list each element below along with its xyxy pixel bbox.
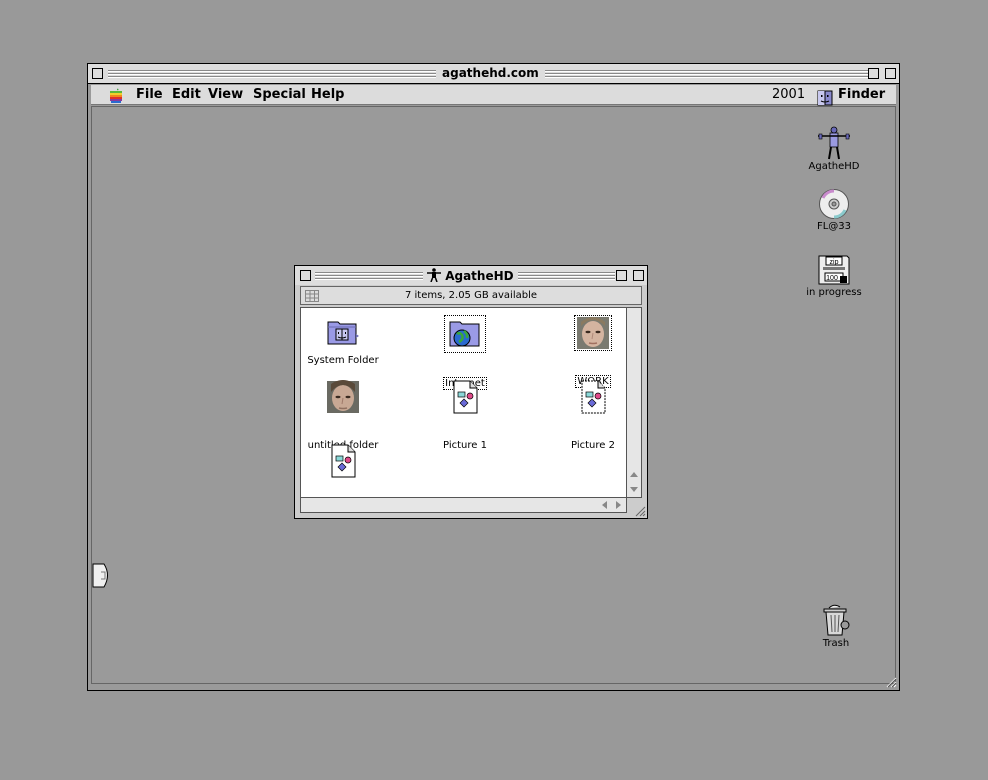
menu-edit[interactable]: Edit bbox=[172, 87, 201, 102]
desktop-icon-label: in progress bbox=[806, 287, 862, 298]
finder-zoom-box[interactable] bbox=[616, 270, 627, 281]
item-untitled-folder[interactable]: untitled folder bbox=[301, 380, 385, 452]
finder-info-bar: 7 items, 2.05 GB available bbox=[300, 286, 642, 305]
desktop-icon-label: AgatheHD bbox=[808, 161, 860, 172]
menu-file[interactable]: File bbox=[136, 87, 163, 102]
window-title: agathehd.com bbox=[436, 66, 545, 80]
face-thumbnail-icon bbox=[574, 315, 612, 351]
application-name: Finder bbox=[838, 87, 886, 102]
desktop-icon-label: FL@33 bbox=[816, 221, 852, 232]
item-work[interactable]: WORK bbox=[551, 315, 635, 388]
hard-disk-figure-icon bbox=[818, 126, 850, 160]
zip-disk-icon: zip 100 bbox=[818, 255, 850, 285]
finder-icon bbox=[817, 90, 833, 105]
menu-clock[interactable]: 2001 bbox=[772, 87, 805, 102]
finder-item-count: 7 items, 2.05 GB available bbox=[404, 290, 538, 301]
desktop-icon-label: Trash bbox=[822, 638, 850, 649]
picture-document-icon bbox=[331, 444, 356, 478]
scroll-left-arrow-icon[interactable] bbox=[600, 500, 610, 510]
picture-document-icon bbox=[453, 380, 478, 414]
desktop-icon-trash[interactable]: Trash bbox=[808, 603, 864, 649]
finder-window-title: AgatheHD bbox=[423, 268, 518, 283]
item-internet[interactable]: Internet bbox=[423, 315, 507, 390]
menu-help[interactable]: Help bbox=[311, 87, 344, 102]
apple-menu[interactable] bbox=[109, 88, 123, 107]
resize-grip-icon[interactable] bbox=[885, 676, 897, 688]
item-label: Picture 2 bbox=[571, 440, 615, 451]
menu-view[interactable]: View bbox=[208, 87, 243, 102]
apple-icon bbox=[110, 88, 122, 103]
face-thumbnail-icon bbox=[327, 380, 359, 413]
desktop-icon-in-progress[interactable]: zip 100 in progress bbox=[800, 254, 868, 298]
finder-window: AgatheHD 7 items, 2.05 GB available Syst… bbox=[294, 265, 648, 519]
control-strip-tab-icon[interactable] bbox=[92, 563, 112, 588]
trash-icon bbox=[823, 604, 850, 636]
zoom-box[interactable] bbox=[868, 68, 879, 79]
finder-window-title-text: AgatheHD bbox=[445, 269, 514, 283]
vertical-scrollbar[interactable] bbox=[627, 307, 642, 498]
desktop-icon-fl33[interactable]: FL@33 bbox=[804, 188, 864, 232]
item-system-folder[interactable]: System Folder bbox=[301, 316, 385, 367]
item-picture-1[interactable]: Picture 1 bbox=[423, 380, 507, 452]
view-grid-icon[interactable] bbox=[305, 290, 319, 302]
horizontal-scrollbar[interactable] bbox=[300, 498, 627, 513]
finder-title-bar[interactable]: AgatheHD bbox=[295, 266, 647, 285]
scroll-down-arrow-icon[interactable] bbox=[629, 484, 639, 494]
collapse-box[interactable] bbox=[885, 68, 896, 79]
item-label: System Folder bbox=[307, 355, 379, 366]
close-box[interactable] bbox=[92, 68, 103, 79]
outer-title-bar[interactable]: agathehd.com bbox=[88, 64, 899, 84]
desktop-icon-agathehd[interactable]: AgatheHD bbox=[804, 126, 864, 172]
finder-content: System Folder Internet WORK bbox=[300, 307, 627, 515]
item-label: Picture 1 bbox=[443, 440, 487, 451]
menu-bar: File Edit View Special Help 2001 Finder bbox=[91, 85, 896, 105]
scroll-right-arrow-icon[interactable] bbox=[613, 500, 623, 510]
finder-collapse-box[interactable] bbox=[633, 270, 644, 281]
item-picture-2[interactable]: Picture 2 bbox=[551, 380, 635, 452]
application-menu[interactable]: Finder bbox=[817, 87, 885, 106]
internet-folder-icon bbox=[444, 315, 486, 353]
cd-icon bbox=[819, 189, 849, 219]
finder-resize-grip-icon[interactable] bbox=[633, 504, 646, 517]
finder-close-box[interactable] bbox=[300, 270, 311, 281]
picture-document-icon bbox=[581, 380, 606, 414]
system-folder-icon bbox=[327, 321, 359, 345]
svg-text:zip: zip bbox=[830, 259, 839, 266]
scroll-up-arrow-icon[interactable] bbox=[629, 470, 639, 480]
hard-disk-figure-icon bbox=[427, 268, 441, 283]
svg-text:100: 100 bbox=[826, 275, 838, 282]
menu-special[interactable]: Special bbox=[253, 87, 306, 102]
